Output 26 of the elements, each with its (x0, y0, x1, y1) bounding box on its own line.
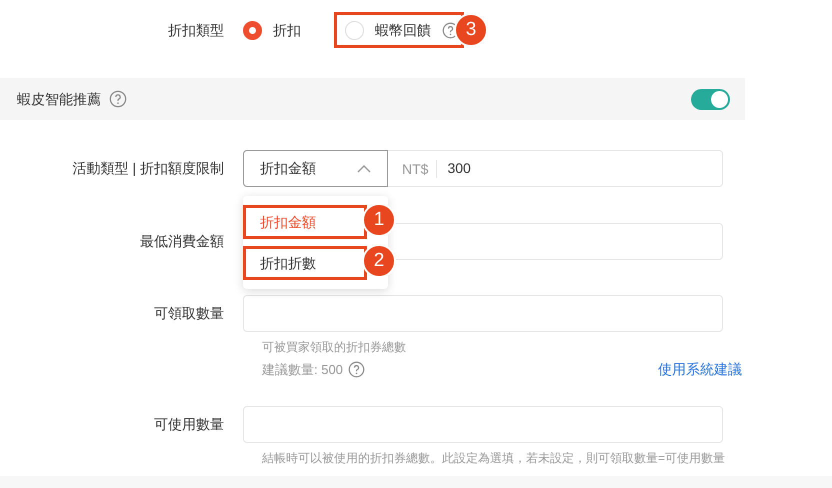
number-badge: 3 (454, 13, 488, 47)
field-label: 活動類型 | 折扣額度限制 (72, 159, 224, 178)
radio-button[interactable] (243, 20, 262, 40)
amount-value: 300 (446, 159, 471, 178)
hint-text: 可被買家領取的折扣券總數 (262, 340, 406, 354)
amount-field[interactable]: NT$ 300 (388, 150, 723, 187)
hint-text: 結帳時可以被使用的折扣券總數。此設定為選填，若未設定，則可領取數量=可使用數量 (262, 451, 726, 465)
use-suggestion-link[interactable]: 使用系統建議 (658, 359, 742, 380)
suggestion-text: 建議數量: 500 (262, 360, 343, 379)
currency-prefix: NT$ (388, 160, 438, 178)
input-field[interactable] (243, 295, 723, 332)
field-label: 可領取數量 (154, 304, 224, 323)
number-badge: 2 (362, 244, 396, 278)
field-label: 折扣類型 (168, 20, 224, 40)
radio-label: 折扣 (273, 20, 301, 40)
help-icon[interactable] (348, 361, 365, 378)
input-field[interactable] (243, 406, 723, 443)
help-icon[interactable] (109, 90, 127, 108)
caret-icon (357, 164, 371, 172)
field-label: 可使用數量 (154, 415, 224, 434)
number-badge: 1 (362, 203, 396, 237)
radio-label: 蝦幣回饋 (375, 20, 431, 40)
toggle-switch[interactable] (691, 88, 730, 110)
field-label: 最低消費金額 (140, 232, 224, 251)
type-select[interactable]: 折扣金額 (243, 150, 388, 187)
section-title: 蝦皮智能推薦 (17, 90, 101, 108)
